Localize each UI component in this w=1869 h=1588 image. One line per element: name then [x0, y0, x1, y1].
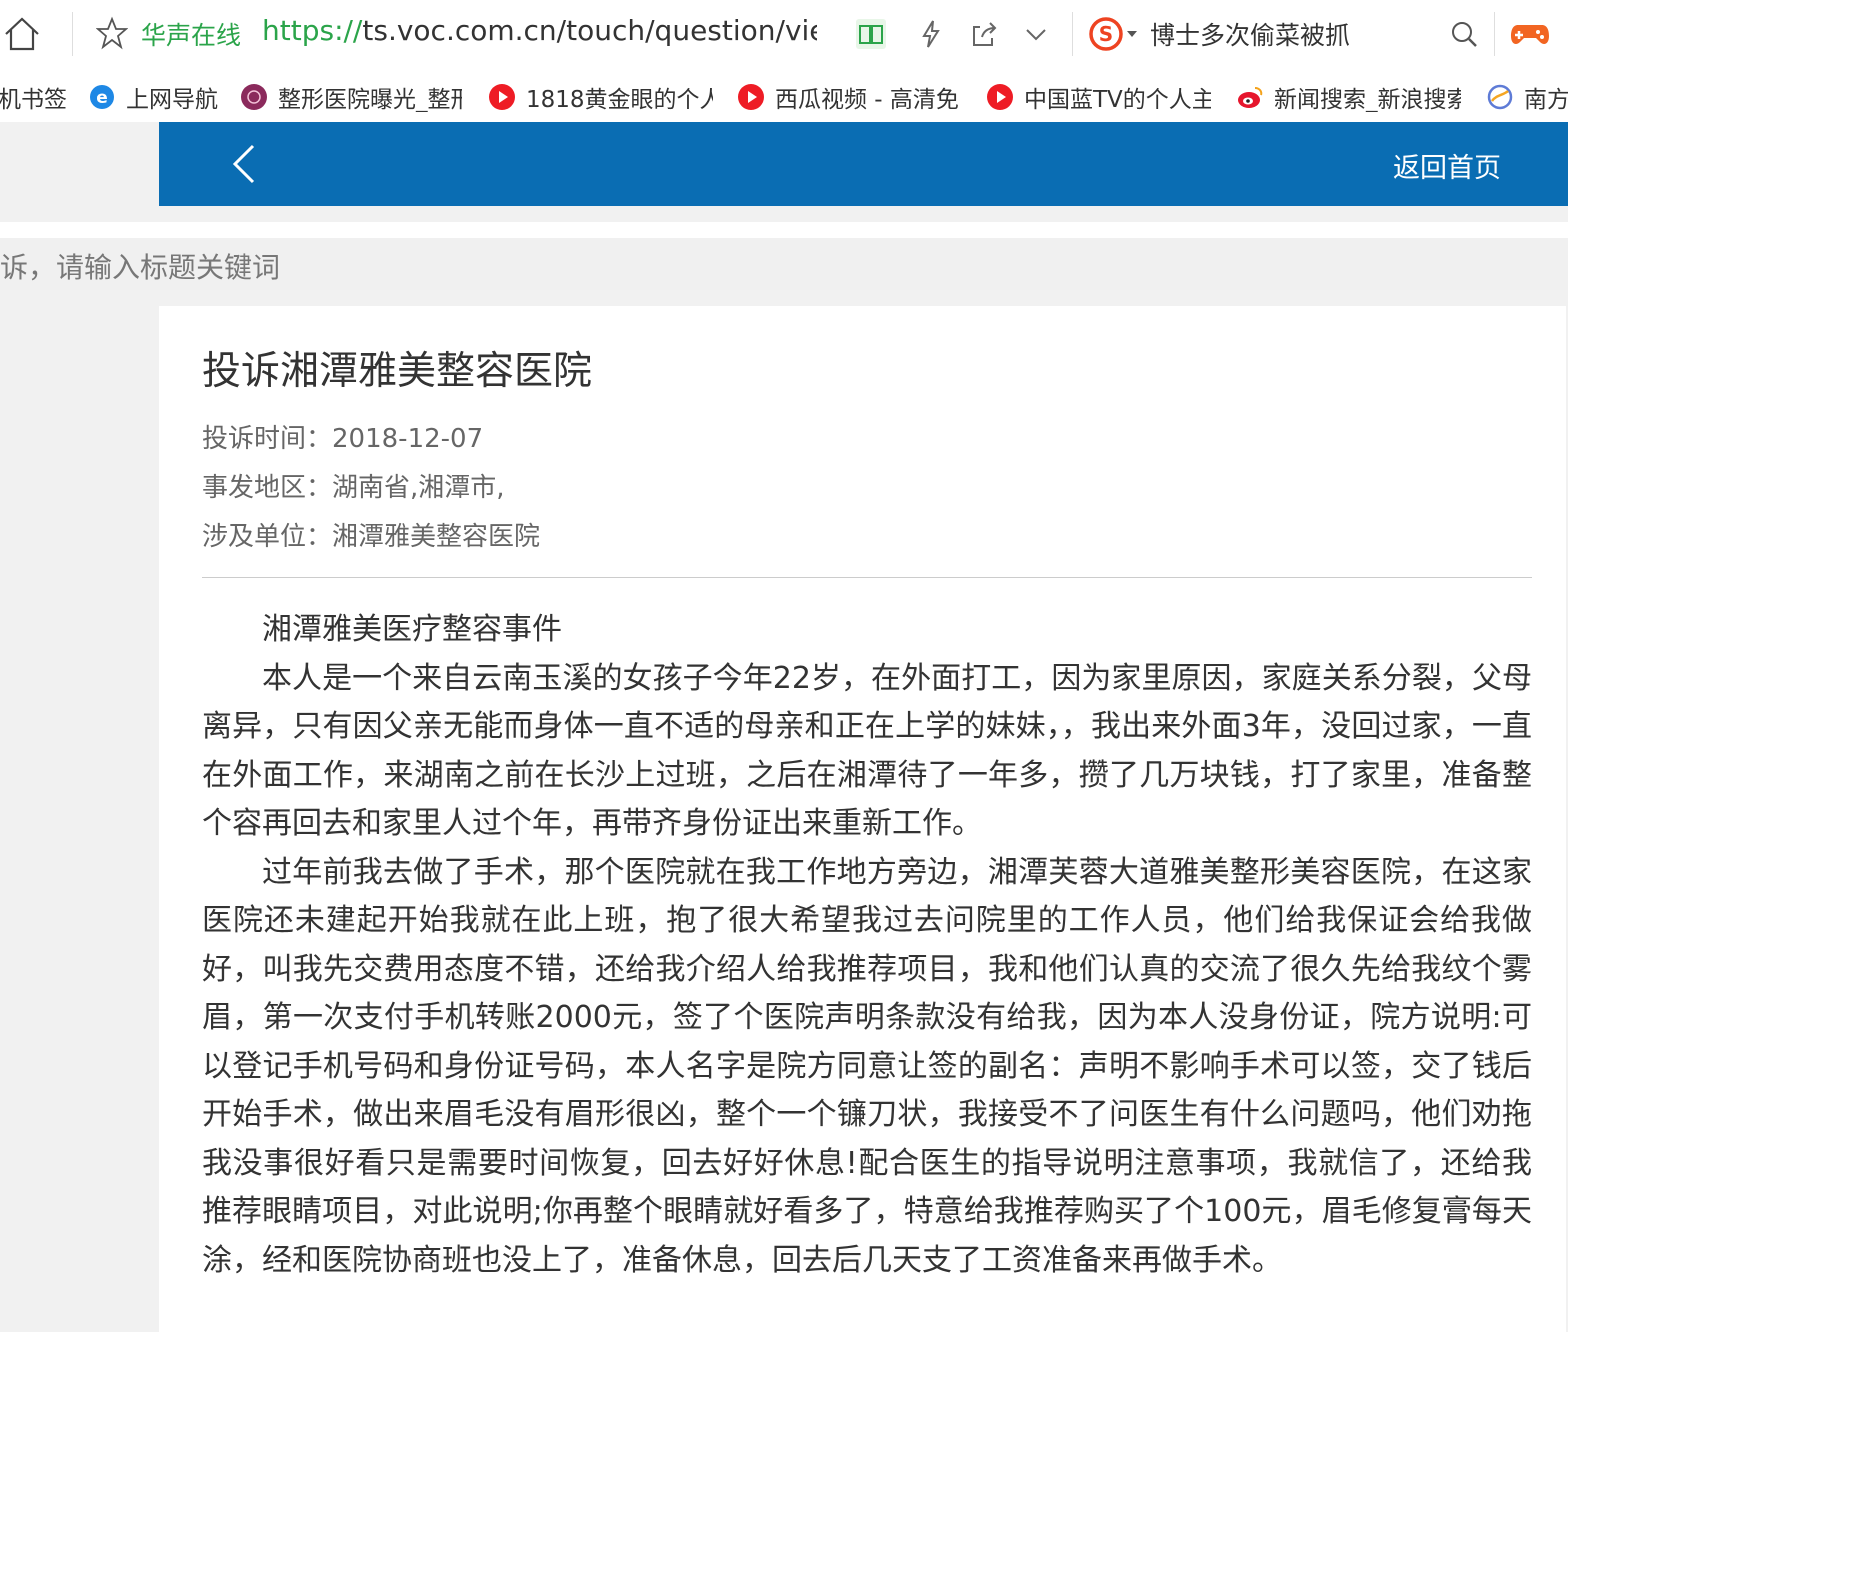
bookmark-label: 整形医院曝光_整形 [278, 87, 462, 112]
meta-label: 涉及单位： [202, 522, 333, 552]
bookmark-label: 上网导航 [126, 87, 218, 112]
meta-label: 事发地区： [202, 473, 333, 503]
complaint-card: 投诉湘潭雅美整容医院 投诉时间：2018-12-07 事发地区：湖南省,湘潭市,… [159, 306, 1566, 1332]
search-bar[interactable]: 诉，请输入标题关键词 [0, 238, 1568, 290]
play-icon [986, 83, 1014, 111]
search-icon[interactable] [1448, 18, 1480, 50]
url-protocol: https:// [262, 14, 363, 47]
bookmarks-bar: 机书签 e 上网导航 整形医院曝光_整形 1818黄金眼的个人 西瓜视频 - 高… [0, 72, 1568, 122]
svg-text:e: e [96, 88, 108, 108]
toolbar-divider [1494, 12, 1495, 56]
url-path: ts.voc.com.cn/touch/question/view/7 [362, 14, 817, 47]
play-icon [737, 83, 765, 111]
lightning-icon[interactable] [915, 18, 947, 50]
toolbar-divider [1072, 12, 1073, 56]
address-bar[interactable]: https://ts.voc.com.cn/touch/question/vie… [262, 14, 817, 47]
game-controller-icon[interactable] [1510, 18, 1550, 50]
body-paragraph: 本人是一个来自云南玉溪的女孩子今年22岁，在外面打工，因为家里原因，家庭关系分裂… [202, 660, 1532, 842]
complaint-body: 湘潭雅美医疗整容事件 本人是一个来自云南玉溪的女孩子今年22岁，在外面打工，因为… [202, 606, 1532, 1285]
sogou-search-engine-icon[interactable]: S [1088, 14, 1148, 54]
bookmark-sina-search[interactable]: 新闻搜索_新浪搜索 [1236, 82, 1461, 112]
back-arrow-icon[interactable] [227, 142, 263, 186]
bookmark-mobile[interactable]: 机书签 [0, 82, 68, 112]
body-paragraph: 湘潭雅美医疗整容事件 [262, 612, 562, 647]
bookmark-xigua[interactable]: 西瓜视频 - 高清免 [737, 82, 959, 112]
bookmark-label: 新闻搜索_新浪搜索 [1274, 87, 1461, 112]
complaint-unit: 涉及单位：湘潭雅美整容医院 [202, 516, 540, 553]
chevron-down-icon[interactable] [1020, 18, 1052, 50]
svg-text:S: S [1099, 22, 1113, 46]
complaint-time: 投诉时间：2018-12-07 [202, 418, 483, 455]
share-icon[interactable] [968, 18, 1000, 50]
bookmark-navigation[interactable]: e 上网导航 [88, 82, 228, 112]
ie-icon: e [88, 83, 116, 111]
body-paragraph: 过年前我去做了手术，那个医院就在我工作地方旁边，湘潭芙蓉大道雅美整形美容医院，在… [202, 854, 1532, 1278]
search-input[interactable]: 诉，请输入标题关键词 [0, 246, 280, 286]
page-header: 返回首页 [159, 122, 1568, 206]
site-name: 华声在线 [141, 21, 242, 50]
play-icon [488, 83, 516, 111]
hospital-logo-icon [240, 83, 268, 111]
browser-toolbar: 华声在线 https://ts.voc.com.cn/touch/questio… [0, 0, 1568, 70]
page-title: 投诉湘潭雅美整容医院 [202, 349, 593, 394]
browser-search-text[interactable]: 博士多次偷菜被抓 [1150, 16, 1350, 52]
reader-mode-icon[interactable] [855, 18, 887, 50]
bookmark-label: 南方 [1524, 87, 1568, 112]
bookmark-label: 西瓜视频 - 高清免 [775, 87, 959, 112]
meta-label: 投诉时间： [202, 424, 333, 454]
right-gutter [1566, 306, 1568, 1332]
star-icon[interactable] [95, 16, 129, 50]
gutter [0, 290, 1568, 306]
bookmark-cosmetic-hospital[interactable]: 整形医院曝光_整形 [240, 82, 462, 112]
bookmark-cztv[interactable]: 中国蓝TV的个人主 [986, 82, 1211, 112]
complaint-region: 事发地区：湖南省,湘潭市, [202, 467, 505, 504]
divider [202, 577, 1532, 578]
toolbar-divider [72, 12, 73, 56]
meta-value: 湘潭雅美整容医院 [332, 522, 541, 552]
return-home-link[interactable]: 返回首页 [1393, 146, 1501, 185]
bookmark-1818[interactable]: 1818黄金眼的个人 [488, 82, 713, 112]
weibo-icon [1236, 83, 1264, 111]
bookmark-nanfang[interactable]: 南方 [1486, 82, 1568, 112]
bookmark-label: 中国蓝TV的个人主 [1024, 87, 1211, 112]
bookmark-label: 机书签 [0, 87, 67, 112]
meta-value: 2018-12-07 [332, 424, 484, 454]
globe-icon [1486, 83, 1514, 111]
meta-value: 湖南省,湘潭市, [332, 473, 505, 503]
left-gutter [0, 306, 159, 1332]
home-icon[interactable] [2, 14, 42, 54]
bookmark-label: 1818黄金眼的个人 [526, 87, 713, 112]
